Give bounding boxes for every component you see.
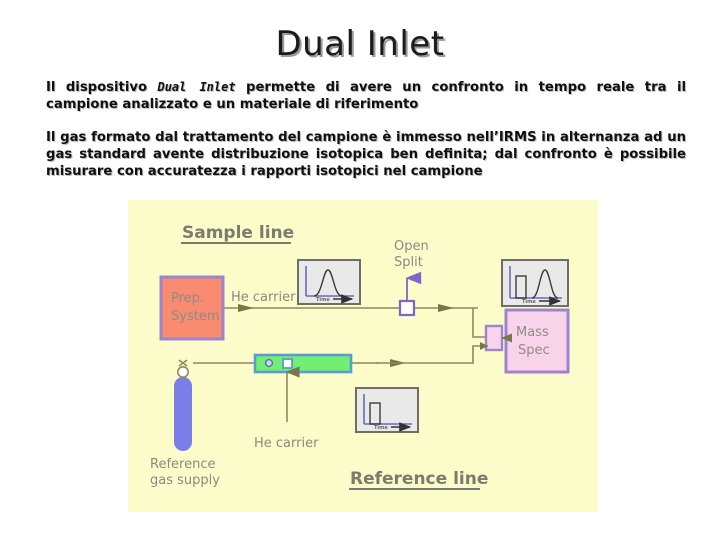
he-carrier-bottom-label: He carrier [254,436,319,451]
mass-spec-label-line2: Spec [518,343,550,358]
sample-line-label: Sample line [182,223,294,243]
reference-gas-cylinder[interactable] [174,359,192,451]
capillary-valve-marker[interactable] [282,358,293,369]
changeover-valve[interactable] [484,324,504,352]
capillary-inlet-marker [264,358,274,368]
page-title: Dual Inlet [275,24,445,64]
he-carrier-top-label: He carrier [231,290,296,305]
sample-flow-arrow-2 [438,304,454,312]
dual-inlet-diagram: Sample line Reference line Open Split Pr… [128,200,598,512]
chromatogram-sample-top-time-label: Time [316,297,330,303]
open-split-label-line1: Open [394,239,429,254]
paragraph-2-text: Il gas formato dal trattamento del campi… [46,130,686,179]
prep-system-label-line1: Prep. [171,291,204,306]
prep-system-box[interactable] [159,275,225,341]
reference-gas-label-line1: Reference [150,457,215,472]
chromatogram-reference: Time [355,387,419,433]
chromatogram-reference-time-label: Time [374,425,388,431]
open-split-valve[interactable] [398,299,416,317]
sample-flow-arrow-1 [238,304,254,312]
reference-gas-label-line2: gas supply [150,473,220,488]
reference-line-label: Reference line [350,469,488,489]
paragraph-1: Il dispositivo Dual Inlet permette di av… [46,79,686,113]
paragraph-1-emphasis: Dual Inlet [157,80,236,94]
mass-spec-box[interactable] [504,308,570,374]
chromatogram-combined-time-label: Time [522,299,536,305]
paragraph-2: Il gas formato dal trattamento del campi… [46,129,686,180]
open-split-label-line2: Split [394,255,423,270]
paragraph-1-before: Il dispositivo [46,80,158,95]
mass-spec-label-line1: Mass [516,325,549,340]
chromatogram-combined: Time [501,259,569,307]
chromatogram-sample-top: Time [297,259,361,305]
prep-system-label-line2: System [171,309,219,324]
